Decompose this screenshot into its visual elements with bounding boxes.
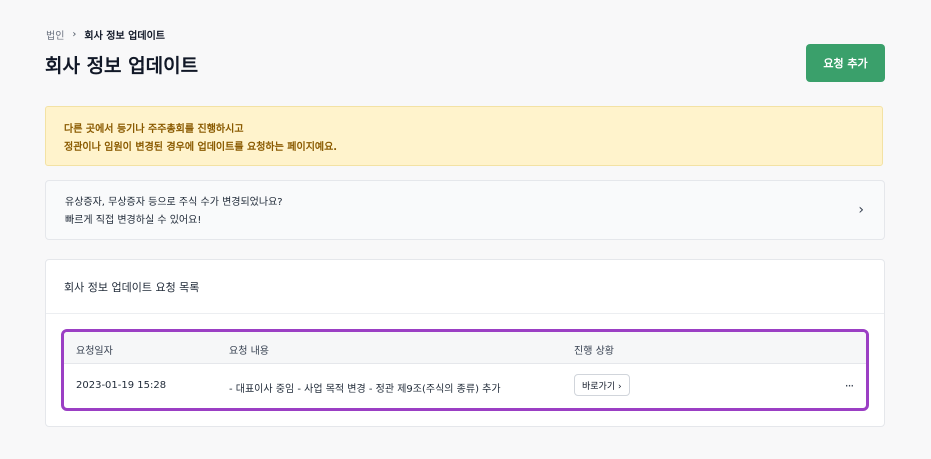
- request-date: 2023-01-19 15:28: [76, 380, 167, 391]
- breadcrumb-parent[interactable]: 법인: [46, 27, 64, 42]
- more-options-icon[interactable]: ···: [839, 376, 859, 396]
- breadcrumb: 법인 › 회사 정보 업데이트: [46, 27, 165, 42]
- table-header: 요청일자 요청 내용 진행 상황: [64, 332, 866, 364]
- page-title: 회사 정보 업데이트: [45, 55, 199, 77]
- request-list-card: 회사 정보 업데이트 요청 목록 요청일자 요청 내용 진행 상황 2023-0…: [45, 259, 885, 427]
- request-list-title: 회사 정보 업데이트 요청 목록: [64, 281, 200, 294]
- column-header-status: 진행 상황: [574, 346, 614, 357]
- link-card-line-1: 유상증자, 무상증자 등으로 주식 수가 변경되었나요?: [65, 197, 283, 208]
- goto-button[interactable]: 바로가기 ›: [574, 374, 630, 396]
- chevron-right-icon: ›: [858, 202, 864, 218]
- share-change-link-card[interactable]: 유상증자, 무상증자 등으로 주식 수가 변경되었나요? 빠르게 직접 변경하실…: [45, 180, 885, 240]
- link-card-line-2: 빠르게 직접 변경하실 수 있어요!: [65, 215, 202, 226]
- column-header-date: 요청일자: [76, 346, 113, 357]
- column-header-content: 요청 내용: [229, 346, 269, 357]
- breadcrumb-current: 회사 정보 업데이트: [84, 31, 165, 42]
- request-table: 요청일자 요청 내용 진행 상황 2023-01-19 15:28 - 대표이사…: [61, 329, 869, 411]
- add-request-button[interactable]: 요청 추가: [806, 44, 885, 82]
- table-row: 2023-01-19 15:28 - 대표이사 중임 - 사업 목적 변경 - …: [64, 364, 866, 408]
- divider: [46, 313, 884, 314]
- notice-banner: 다른 곳에서 등기나 주주총회를 진행하시고 정관이나 임원이 변경된 경우에 …: [45, 106, 883, 166]
- chevron-right-icon: ›: [72, 29, 77, 40]
- request-content: - 대표이사 중임 - 사업 목적 변경 - 정관 제9조(주식의 종류) 추가: [229, 384, 501, 395]
- notice-line-1: 다른 곳에서 등기나 주주총회를 진행하시고: [64, 124, 244, 135]
- notice-line-2: 정관이나 임원이 변경된 경우에 업데이트를 요청하는 페이지예요.: [64, 142, 338, 153]
